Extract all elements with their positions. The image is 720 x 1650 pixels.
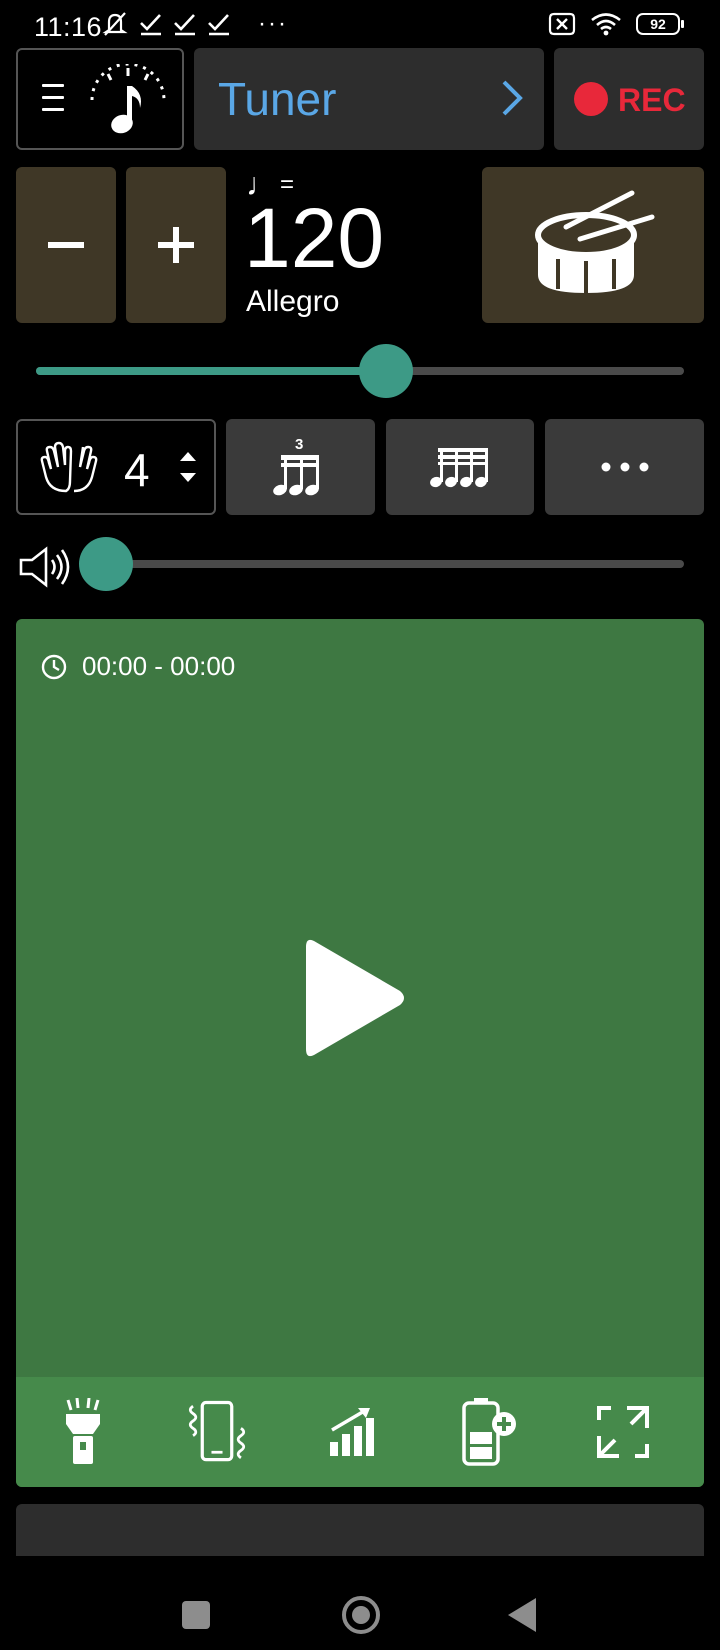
tempo-increase-trainer-button[interactable] bbox=[320, 1397, 390, 1467]
sound-select-button[interactable] bbox=[482, 167, 704, 323]
beats-per-bar-selector[interactable]: 4 bbox=[16, 419, 216, 515]
chevron-right-icon bbox=[502, 80, 523, 116]
beats-per-bar-value: 4 bbox=[124, 444, 150, 496]
flashlight-button[interactable] bbox=[48, 1397, 118, 1467]
sixteenth-notes-icon bbox=[430, 448, 488, 488]
clapping-hands-icon bbox=[40, 441, 98, 493]
home-button[interactable] bbox=[342, 1596, 380, 1634]
metronome-note-icon bbox=[90, 64, 166, 134]
volume-slider-thumb[interactable] bbox=[79, 537, 133, 591]
muted-bell-icon bbox=[102, 12, 128, 36]
session-timer-text: 00:00 - 00:00 bbox=[82, 651, 236, 681]
sixteenth-subdivision-button[interactable] bbox=[386, 419, 534, 515]
clock-icon bbox=[41, 654, 67, 679]
sim-off-icon bbox=[548, 12, 576, 36]
record-dot-icon bbox=[574, 82, 608, 116]
triplet-subdivision-button[interactable]: 3 bbox=[226, 419, 375, 515]
minus-icon bbox=[48, 242, 84, 248]
check-icon bbox=[140, 14, 161, 36]
status-notifications: ··· bbox=[100, 10, 288, 38]
vibrate-icon bbox=[188, 1400, 246, 1462]
speaker-icon bbox=[19, 546, 70, 588]
battery-icon: 92 bbox=[636, 13, 684, 35]
tuner-button[interactable]: Tuner bbox=[194, 48, 544, 150]
flashlight-icon bbox=[66, 1398, 100, 1464]
drum-icon bbox=[535, 190, 655, 293]
system-nav-bar bbox=[0, 1556, 720, 1650]
status-bar: 11:16 ··· 92 bbox=[0, 0, 720, 48]
tempo-slider-fill bbox=[36, 367, 386, 375]
tempo-increase-icon bbox=[330, 1408, 374, 1456]
more-icon bbox=[601, 462, 648, 472]
vibrate-button[interactable] bbox=[182, 1397, 252, 1467]
plus-icon bbox=[158, 227, 194, 263]
battery-saver-icon bbox=[462, 1398, 516, 1466]
practice-tools-bar bbox=[16, 1377, 704, 1487]
wifi-icon bbox=[591, 13, 621, 36]
battery-level: 92 bbox=[650, 16, 666, 32]
play-icon[interactable] bbox=[300, 933, 412, 1063]
tempo-increase-button[interactable] bbox=[126, 167, 226, 323]
status-time: 11:16 bbox=[34, 12, 103, 42]
check-icon bbox=[208, 14, 229, 36]
record-button[interactable]: REC bbox=[554, 48, 704, 150]
triplet-icon: 3 bbox=[272, 436, 319, 496]
back-button[interactable] bbox=[508, 1598, 536, 1632]
tuner-label: Tuner bbox=[218, 73, 337, 125]
recents-button[interactable] bbox=[182, 1601, 210, 1629]
practice-panel[interactable]: 00:00 - 00:00 bbox=[16, 619, 704, 1487]
more-options-button[interactable] bbox=[545, 419, 704, 515]
fullscreen-icon bbox=[597, 1406, 649, 1458]
menu-button[interactable] bbox=[16, 48, 184, 150]
tempo-slider-thumb[interactable] bbox=[358, 344, 413, 398]
bpm-value[interactable]: 120 bbox=[244, 196, 384, 280]
volume-slider[interactable] bbox=[79, 537, 684, 591]
tempo-slider[interactable] bbox=[36, 344, 684, 398]
record-label: REC bbox=[618, 82, 686, 118]
tempo-decrease-button[interactable] bbox=[16, 167, 116, 323]
up-down-arrows-icon[interactable] bbox=[176, 447, 200, 487]
hamburger-icon bbox=[42, 84, 64, 111]
status-system-icons: 92 bbox=[548, 12, 684, 36]
fullscreen-button[interactable] bbox=[588, 1397, 658, 1467]
battery-saver-button[interactable] bbox=[454, 1397, 524, 1467]
svg-text:3: 3 bbox=[295, 436, 303, 453]
tempo-marking: Allegro bbox=[246, 285, 340, 318]
check-icon bbox=[174, 14, 195, 36]
session-timer: 00:00 - 00:00 bbox=[40, 651, 235, 682]
more-notifications-indicator: ··· bbox=[258, 10, 288, 37]
